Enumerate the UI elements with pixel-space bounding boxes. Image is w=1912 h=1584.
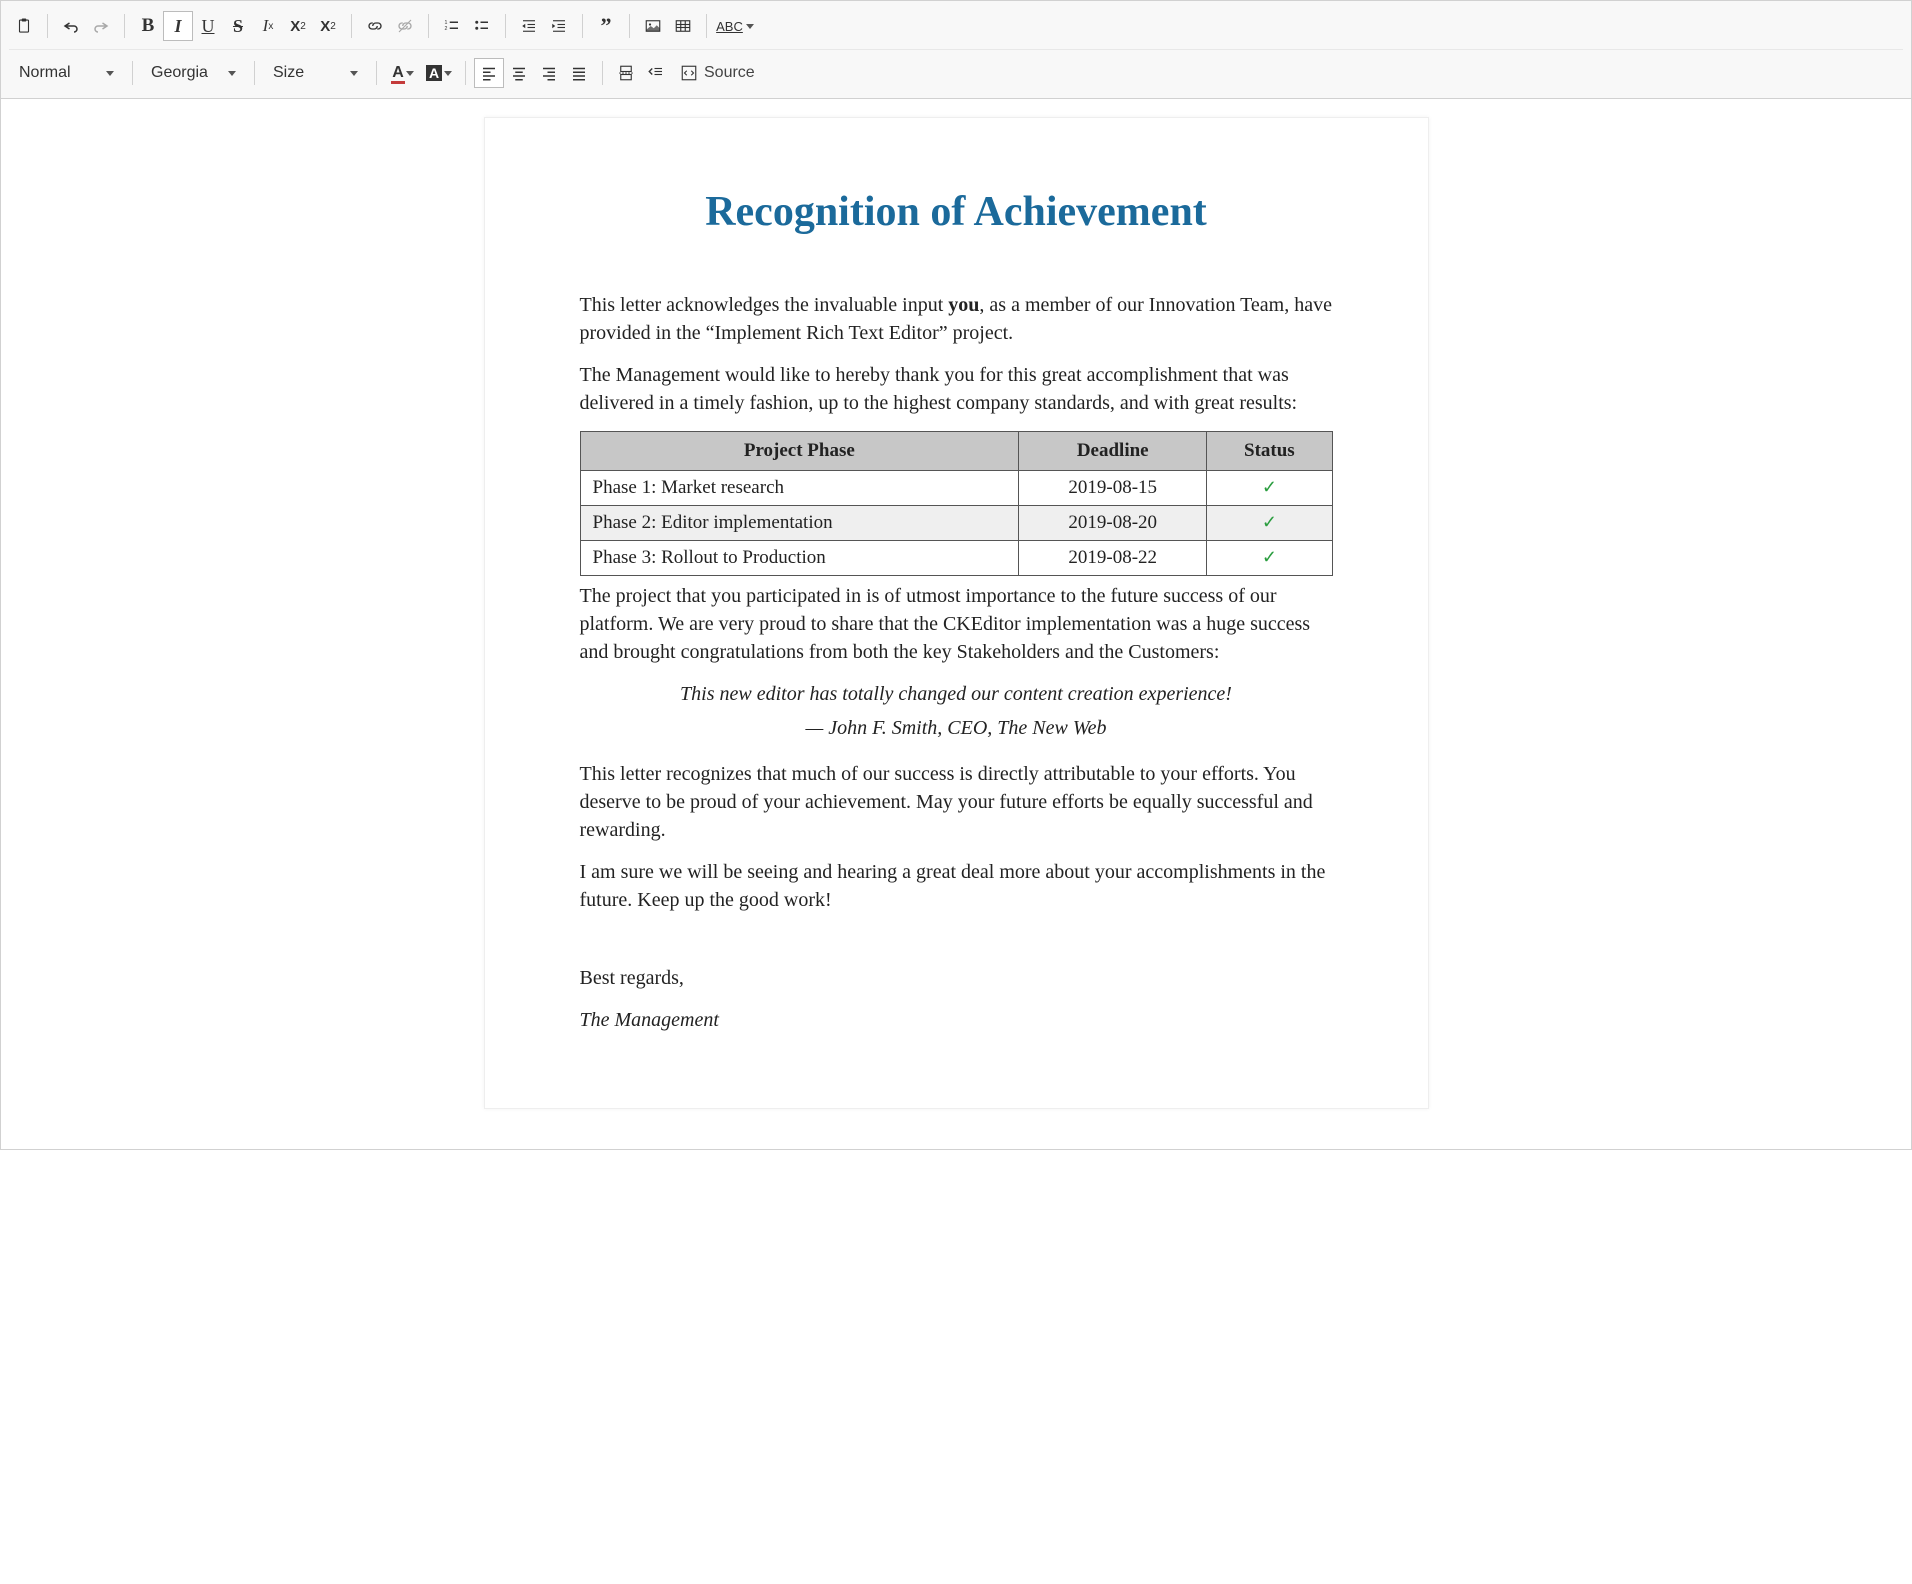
align-right-button[interactable] — [534, 58, 564, 88]
content-area[interactable]: Recognition of Achievement This letter a… — [1, 99, 1911, 1149]
signoff-text[interactable]: Best regards, — [580, 964, 1333, 992]
paragraph-1[interactable]: This letter acknowledges the invaluable … — [580, 291, 1333, 347]
font-label: Georgia — [151, 64, 208, 82]
page-break-button[interactable] — [611, 58, 641, 88]
th-phase[interactable]: Project Phase — [580, 432, 1019, 471]
outdent-button[interactable] — [514, 11, 544, 41]
text-color-button[interactable]: A — [385, 58, 421, 88]
underline-button[interactable]: U — [193, 11, 223, 41]
indent-button[interactable] — [544, 11, 574, 41]
quote-text[interactable]: This new editor has totally changed our … — [580, 680, 1333, 708]
numbered-list-button[interactable]: 12 — [437, 11, 467, 41]
check-icon: ✓ — [1262, 547, 1277, 567]
paragraph-2[interactable]: The Management would like to hereby than… — [580, 361, 1333, 417]
svg-text:1: 1 — [445, 20, 448, 26]
th-status[interactable]: Status — [1207, 432, 1332, 471]
toolbar-row-2: Normal Georgia Size A A — [9, 49, 1903, 92]
th-deadline[interactable]: Deadline — [1019, 432, 1207, 471]
svg-text:2: 2 — [445, 26, 448, 32]
signoff-block[interactable]: Best regards, The Management — [580, 964, 1333, 1034]
link-button[interactable] — [360, 11, 390, 41]
paragraph-4[interactable]: This letter recognizes that much of our … — [580, 760, 1333, 844]
project-table[interactable]: Project Phase Deadline Status Phase 1: M… — [580, 431, 1333, 576]
source-button[interactable]: Source — [671, 58, 764, 88]
table-row: Phase 2: Editor implementation 2019-08-2… — [580, 506, 1332, 541]
align-left-button[interactable] — [474, 58, 504, 88]
source-label: Source — [704, 64, 755, 82]
paste-button[interactable] — [9, 11, 39, 41]
document-page[interactable]: Recognition of Achievement This letter a… — [484, 117, 1429, 1109]
paragraph-5[interactable]: I am sure we will be seeing and hearing … — [580, 858, 1333, 914]
blockquote-button[interactable]: ” — [591, 11, 621, 41]
signature[interactable]: The Management — [580, 1006, 1333, 1034]
bullet-list-button[interactable] — [467, 11, 497, 41]
italic-button[interactable]: I — [163, 11, 193, 41]
spellcheck-button[interactable]: ABC — [715, 11, 755, 41]
quote-attribution[interactable]: — John F. Smith, CEO, The New Web — [580, 714, 1333, 742]
check-icon: ✓ — [1262, 477, 1277, 497]
align-justify-button[interactable] — [564, 58, 594, 88]
check-icon: ✓ — [1262, 512, 1277, 532]
strike-button[interactable]: S — [223, 11, 253, 41]
toolbar: B I U S Ix X2 X2 12 — [1, 1, 1911, 99]
bold-button[interactable]: B — [133, 11, 163, 41]
size-label: Size — [273, 64, 304, 82]
toolbar-row-1: B I U S Ix X2 X2 12 — [9, 7, 1903, 45]
show-blocks-button[interactable] — [641, 58, 671, 88]
table-row: Phase 3: Rollout to Production 2019-08-2… — [580, 541, 1332, 576]
remove-format-button[interactable]: Ix — [253, 11, 283, 41]
editor-container: B I U S Ix X2 X2 12 — [0, 0, 1912, 1150]
unlink-button[interactable] — [390, 11, 420, 41]
redo-button[interactable] — [86, 11, 116, 41]
chevron-down-icon — [350, 71, 358, 76]
undo-button[interactable] — [56, 11, 86, 41]
font-family-combo[interactable]: Georgia — [141, 58, 246, 88]
chevron-down-icon — [106, 71, 114, 76]
font-size-combo[interactable]: Size — [263, 58, 368, 88]
subscript-button[interactable]: X2 — [283, 11, 313, 41]
superscript-button[interactable]: X2 — [313, 11, 343, 41]
table-button[interactable] — [668, 11, 698, 41]
page-title[interactable]: Recognition of Achievement — [580, 188, 1333, 236]
image-button[interactable] — [638, 11, 668, 41]
paragraph-3[interactable]: The project that you participated in is … — [580, 582, 1333, 666]
align-center-button[interactable] — [504, 58, 534, 88]
table-row: Phase 1: Market research 2019-08-15 ✓ — [580, 471, 1332, 506]
paragraph-format-combo[interactable]: Normal — [9, 58, 124, 88]
bg-color-button[interactable]: A — [421, 58, 457, 88]
format-label: Normal — [19, 64, 71, 82]
blockquote[interactable]: This new editor has totally changed our … — [580, 680, 1333, 742]
chevron-down-icon — [228, 71, 236, 76]
